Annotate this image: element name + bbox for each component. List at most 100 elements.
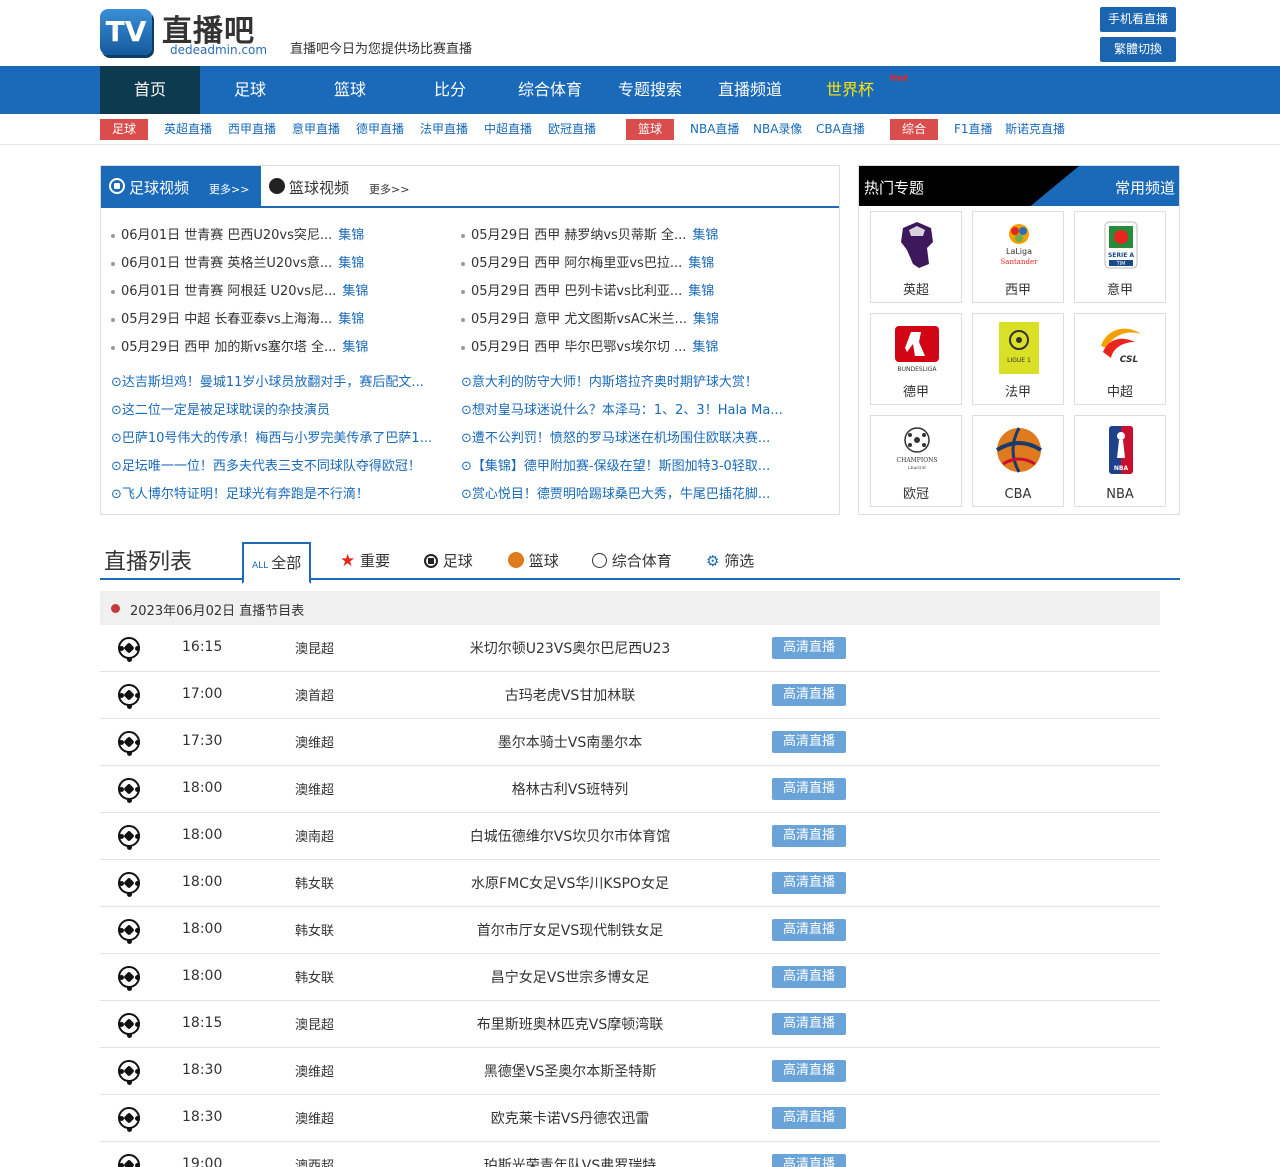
- news-link[interactable]: ⊙【集锦】德甲附加赛-保级在望！斯图加特3-0轻取...: [461, 455, 801, 474]
- topic-serie-a[interactable]: SERIE A TIM 意甲: [1074, 211, 1166, 303]
- topic-premier-league[interactable]: 英超: [870, 211, 962, 303]
- subnav-link[interactable]: 斯诺克直播: [1005, 119, 1065, 140]
- news-link[interactable]: ⊙足坛唯一一位！西多夫代表三支不同球队夺得欧冠！: [111, 455, 451, 474]
- watch-hd-button[interactable]: 高清直播: [772, 872, 846, 894]
- nav-world-cup[interactable]: 世界杯: [800, 66, 900, 114]
- match-league[interactable]: 澳维超: [295, 779, 334, 798]
- nav-topic-search[interactable]: 专题搜索: [600, 66, 700, 114]
- watch-hd-button[interactable]: 高清直播: [772, 778, 846, 800]
- highlight-link[interactable]: 集锦: [692, 228, 718, 243]
- more-link[interactable]: 更多>>: [209, 181, 249, 197]
- watch-hd-button[interactable]: 高清直播: [772, 1107, 846, 1129]
- match-teams[interactable]: 水原FMC女足VS华川KSPO女足: [420, 873, 720, 893]
- highlight-link[interactable]: 集锦: [338, 312, 364, 327]
- nav-general-sports[interactable]: 综合体育: [500, 66, 600, 114]
- tab-general-sports[interactable]: 综合体育: [592, 542, 672, 580]
- match-league[interactable]: 韩女联: [295, 920, 334, 939]
- subnav-link[interactable]: 欧冠直播: [548, 119, 596, 140]
- subnav-link[interactable]: 中超直播: [484, 119, 532, 140]
- match-league[interactable]: 澳维超: [295, 732, 334, 751]
- topic-nba[interactable]: NBA NBA: [1074, 415, 1166, 507]
- video-item[interactable]: 05月29日 西甲 巴列卡诺vs比利亚... 集锦: [461, 280, 714, 299]
- subnav-link[interactable]: 德甲直播: [356, 119, 404, 140]
- match-league[interactable]: 澳昆超: [295, 638, 334, 657]
- subnav-link[interactable]: 西甲直播: [228, 119, 276, 140]
- tab-football[interactable]: 足球: [424, 542, 473, 580]
- subnav-link[interactable]: F1直播: [954, 119, 993, 140]
- video-item[interactable]: 05月29日 西甲 毕尔巴鄂vs埃尔切 ... 集锦: [461, 336, 718, 355]
- topic-ligue-1[interactable]: LIGUE 1 法甲: [972, 313, 1064, 405]
- news-link[interactable]: ⊙想对皇马球迷说什么？本泽马：1、2、3！Hala Ma...: [461, 399, 801, 418]
- watch-hd-button[interactable]: 高清直播: [772, 731, 846, 753]
- video-item[interactable]: 06月01日 世青赛 阿根廷 U20vs尼... 集锦: [111, 280, 368, 299]
- match-league[interactable]: 澳南超: [295, 826, 334, 845]
- news-link[interactable]: ⊙这二位一定是被足球耽误的杂技演员: [111, 399, 451, 418]
- match-teams[interactable]: 首尔市厅女足VS现代制铁女足: [420, 920, 720, 940]
- news-link[interactable]: ⊙赏心悦目！德贾明哈踢球桑巴大秀，牛尾巴插花脚...: [461, 483, 801, 502]
- match-league[interactable]: 韩女联: [295, 967, 334, 986]
- match-teams[interactable]: 格林古利VS班特列: [420, 779, 720, 799]
- match-league[interactable]: 韩女联: [295, 873, 334, 892]
- nav-basketball[interactable]: 篮球: [300, 66, 400, 114]
- match-teams[interactable]: 欧克莱卡诺VS丹德农迅雷: [420, 1108, 720, 1128]
- highlight-link[interactable]: 集锦: [688, 256, 714, 271]
- highlight-link[interactable]: 集锦: [338, 228, 364, 243]
- watch-hd-button[interactable]: 高清直播: [772, 637, 846, 659]
- match-teams[interactable]: 墨尔本骑士VS南墨尔本: [420, 732, 720, 752]
- site-logo[interactable]: TV 直播吧 dedeadmin.com: [100, 6, 275, 60]
- video-item[interactable]: 05月29日 西甲 赫罗纳vs贝蒂斯 全... 集锦: [461, 224, 718, 243]
- watch-hd-button[interactable]: 高清直播: [772, 1013, 846, 1035]
- match-league[interactable]: 澳昆超: [295, 1014, 334, 1033]
- nav-home[interactable]: 首页: [100, 66, 200, 114]
- match-league[interactable]: 澳维超: [295, 1108, 334, 1127]
- highlight-link[interactable]: 集锦: [688, 284, 714, 299]
- subnav-football-label[interactable]: 足球: [100, 119, 148, 140]
- subnav-basketball-label[interactable]: 篮球: [626, 119, 674, 140]
- topic-cba[interactable]: CBA: [972, 415, 1064, 507]
- video-item[interactable]: 05月29日 意甲 尤文图斯vsAC米兰... 集锦: [461, 308, 719, 327]
- subnav-link[interactable]: 法甲直播: [420, 119, 468, 140]
- nav-live-channels[interactable]: 直播频道: [700, 66, 800, 114]
- subnav-general-label[interactable]: 综合: [890, 119, 938, 140]
- match-teams[interactable]: 白城伍德维尔VS坎贝尔市体育馆: [420, 826, 720, 846]
- news-link[interactable]: ⊙达吉斯坦鸡！曼城11岁小球员放翻对手，赛后配文...: [111, 371, 451, 390]
- traditional-chinese-button[interactable]: 繁體切換: [1100, 37, 1176, 62]
- subnav-link[interactable]: CBA直播: [816, 119, 865, 140]
- tab-basketball-video[interactable]: 篮球视频 更多>>: [261, 166, 421, 206]
- watch-hd-button[interactable]: 高清直播: [772, 684, 846, 706]
- video-item[interactable]: 05月29日 西甲 加的斯vs塞尔塔 全... 集锦: [111, 336, 368, 355]
- match-teams[interactable]: 昌宁女足VS世宗多博女足: [420, 967, 720, 987]
- news-link[interactable]: ⊙意大利的防守大师！内斯塔拉齐奥时期铲球大赏！: [461, 371, 801, 390]
- video-item[interactable]: 05月29日 中超 长春亚泰vs上海海... 集锦: [111, 308, 364, 327]
- highlight-link[interactable]: 集锦: [342, 284, 368, 299]
- news-link[interactable]: ⊙巴萨10号伟大的传承！梅西与小罗完美传承了巴萨1...: [111, 427, 451, 446]
- nav-scores[interactable]: 比分: [400, 66, 500, 114]
- topic-csl[interactable]: CSL 中超: [1074, 313, 1166, 405]
- topic-la-liga[interactable]: LaLiga Santander 西甲: [972, 211, 1064, 303]
- match-league[interactable]: 澳维超: [295, 1061, 334, 1080]
- highlight-link[interactable]: 集锦: [693, 312, 719, 327]
- subnav-link[interactable]: 英超直播: [164, 119, 212, 140]
- subnav-link[interactable]: 意甲直播: [292, 119, 340, 140]
- highlight-link[interactable]: 集锦: [338, 256, 364, 271]
- match-teams[interactable]: 古玛老虎VS甘加林联: [420, 685, 720, 705]
- watch-hd-button[interactable]: 高清直播: [772, 919, 846, 941]
- video-item[interactable]: 06月01日 世青赛 巴西U20vs突尼... 集锦: [111, 224, 364, 243]
- mobile-live-button[interactable]: 手机看直播: [1100, 7, 1176, 32]
- news-link[interactable]: ⊙飞人博尔特证明！足球光有奔跑是不行滴！: [111, 483, 451, 502]
- subnav-link[interactable]: NBA录像: [753, 119, 802, 140]
- watch-hd-button[interactable]: 高清直播: [772, 825, 846, 847]
- more-link[interactable]: 更多>>: [369, 181, 409, 197]
- video-item[interactable]: 05月29日 西甲 阿尔梅里亚vs巴拉... 集锦: [461, 252, 714, 271]
- watch-hd-button[interactable]: 高清直播: [772, 966, 846, 988]
- topic-bundesliga[interactable]: BUNDESLIGA 德甲: [870, 313, 962, 405]
- watch-hd-button[interactable]: 高清直播: [772, 1060, 846, 1082]
- topic-champions-league[interactable]: CHAMPIONS LEAGUE 欧冠: [870, 415, 962, 507]
- news-link[interactable]: ⊙遭不公判罚！愤怒的罗马球迷在机场围住欧联决赛...: [461, 427, 801, 446]
- video-item[interactable]: 06月01日 世青赛 英格兰U20vs意... 集锦: [111, 252, 364, 271]
- match-teams[interactable]: 黑德堡VS圣奥尔本斯圣特斯: [420, 1061, 720, 1081]
- tab-important[interactable]: ★ 重要: [340, 542, 390, 580]
- hot-topics-tab[interactable]: 热门专题: [864, 177, 924, 198]
- match-teams[interactable]: 布里斯班奥林匹克VS摩顿湾联: [420, 1014, 720, 1034]
- highlight-link[interactable]: 集锦: [692, 340, 718, 355]
